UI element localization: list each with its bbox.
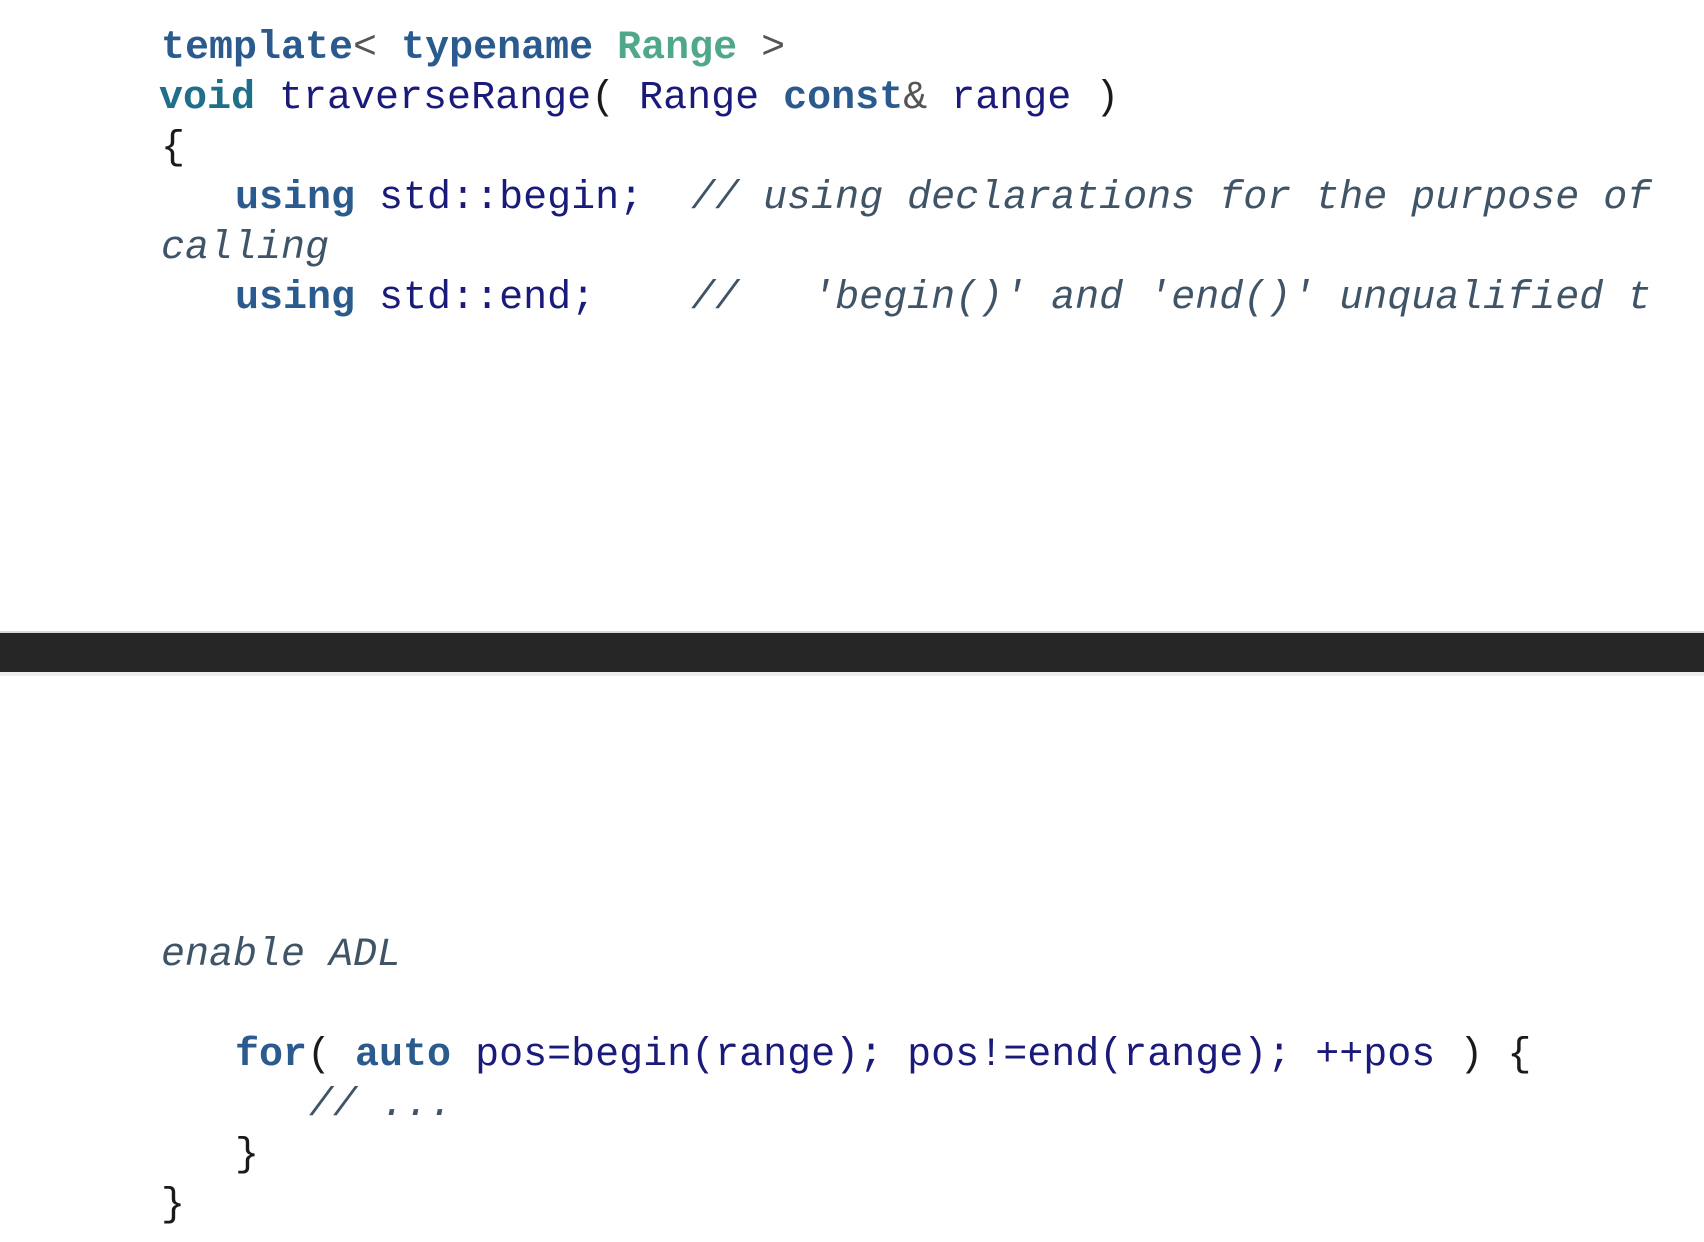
code-comment: // 'begin()' and 'end()' unqualified t xyxy=(691,276,1652,321)
code-line-for-loop: for( auto pos=begin(range); pos!=end(ran… xyxy=(235,1031,1531,1081)
loop-condition: pos!=end(range); xyxy=(907,1033,1292,1078)
loop-init: pos=begin(range); xyxy=(475,1033,884,1078)
code-line-open-brace: { xyxy=(161,124,185,174)
code-line-template: template< typename Range > xyxy=(161,24,785,74)
keyword-void: void xyxy=(159,76,256,121)
brace-open: { xyxy=(161,126,186,171)
using-decl: std::end; xyxy=(379,276,596,321)
keyword-const: const xyxy=(783,76,904,121)
angle-open: < xyxy=(353,26,378,71)
paren-close: ) xyxy=(1459,1033,1484,1078)
paren-open: ( xyxy=(591,76,616,121)
keyword-auto: auto xyxy=(355,1033,452,1078)
function-name: traverseRange xyxy=(279,76,592,121)
code-line-signature: void traverseRange( Range const& range ) xyxy=(159,74,1119,124)
page-break-band xyxy=(0,631,1704,674)
type-range: Range xyxy=(617,26,738,71)
using-decl: std::begin; xyxy=(379,176,644,221)
keyword-template: template xyxy=(161,26,354,71)
code-line-close-loop: } xyxy=(235,1131,259,1181)
code-line-comment-enable-adl: enable ADL xyxy=(161,931,401,981)
document-page: template< typename Range > void traverse… xyxy=(0,0,1704,1242)
brace-close: } xyxy=(161,1183,186,1228)
keyword-using: using xyxy=(235,276,356,321)
code-line-using-begin: using std::begin; // using declarations … xyxy=(235,174,1651,224)
code-line-comment-continued: calling xyxy=(161,224,329,274)
param-type: Range xyxy=(639,76,760,121)
keyword-for: for xyxy=(235,1033,308,1078)
code-comment: // using declarations for the purpose of xyxy=(691,176,1652,221)
param-name: range xyxy=(951,76,1072,121)
code-line-loop-body: // ... xyxy=(309,1081,453,1131)
ampersand: & xyxy=(903,76,928,121)
loop-increment: ++pos xyxy=(1315,1033,1436,1078)
brace-close: } xyxy=(235,1133,260,1178)
keyword-typename: typename xyxy=(401,26,594,71)
code-comment: // ... xyxy=(309,1083,454,1128)
code-line-using-end: using std::end; // 'begin()' and 'end()'… xyxy=(235,274,1651,324)
paren-open: ( xyxy=(307,1033,332,1078)
page-break-shadow xyxy=(0,672,1704,676)
keyword-using: using xyxy=(235,176,356,221)
code-line-close-function: } xyxy=(161,1181,185,1231)
code-comment: calling xyxy=(161,226,330,271)
code-comment: enable ADL xyxy=(161,933,402,978)
angle-close: > xyxy=(761,26,786,71)
brace-open: { xyxy=(1507,1033,1532,1078)
paren-close: ) xyxy=(1095,76,1120,121)
